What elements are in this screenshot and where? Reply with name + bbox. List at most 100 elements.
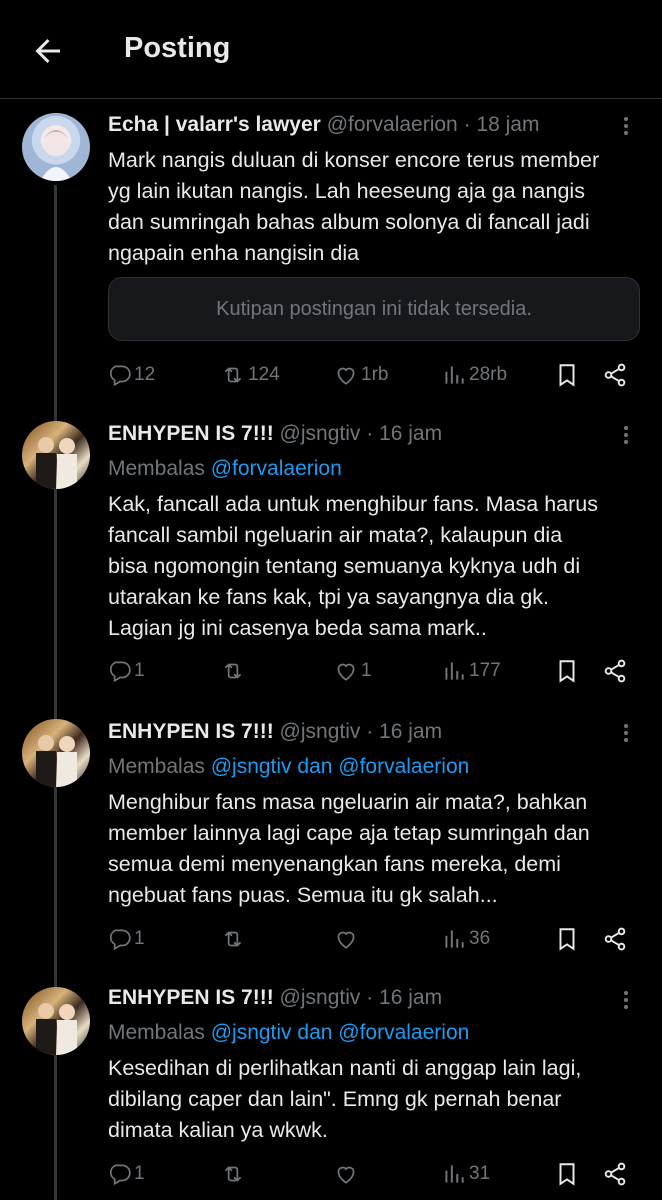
more-icon[interactable] [616,116,636,136]
reply-count: 1 [134,928,145,949]
heart-icon [337,931,355,949]
share-icon [604,1162,626,1186]
like-button[interactable]: 1 [333,655,372,687]
repost-icon [224,663,242,679]
post-text-line: ngebuat fans puas. Semua itu gk salah... [108,883,498,907]
reply-button[interactable]: 1 [106,655,145,687]
repost-button[interactable]: 124 [220,359,280,391]
repost-button[interactable] [220,655,248,687]
handle[interactable]: @jsngtiv [280,986,361,1009]
avatar[interactable] [22,113,90,181]
reply-button[interactable]: 1 [106,1158,145,1190]
post-text-line: fancall sambil ngeluarin air mata?, kala… [108,523,563,547]
repost-icon [224,367,242,383]
avatar[interactable] [22,421,90,489]
timestamp[interactable]: · 16 jam [366,422,442,445]
like-button[interactable] [333,923,361,955]
bookmark-button[interactable] [554,1158,580,1190]
views-icon [445,662,464,680]
timestamp[interactable]: · 18 jam [464,113,540,136]
reply-context: Membalas @jsngtiv dan @forvalaerion [108,755,469,779]
post-text: Mark nangis duluan di konser encore teru… [108,145,648,269]
timestamp[interactable]: · 16 jam [366,986,442,1009]
views-icon [445,930,464,948]
repost-button[interactable] [220,1158,248,1190]
reply-context: Membalas @forvalaerion [108,457,342,481]
avatar-image [40,130,72,181]
reply-icon [109,661,131,683]
heart-icon [337,1166,355,1184]
post-header: ENHYPEN IS 7!!! @jsngtiv · 16 jam [108,720,442,744]
avatar[interactable] [22,987,90,1055]
display-name[interactable]: ENHYPEN IS 7!!! [108,422,274,445]
page-title: Posting [124,32,231,64]
bookmark-icon [559,364,575,387]
share-button[interactable] [602,655,628,687]
like-button[interactable] [333,1158,361,1190]
action-bar: 12 124 1rb 28rb [0,359,662,391]
reply-icon [109,929,131,951]
display-name[interactable]: ENHYPEN IS 7!!! [108,720,274,743]
reply-button[interactable]: 12 [106,359,155,391]
post-text-line: utarakan ke fans kak, tpi ya sayangnya d… [108,585,550,609]
top-bar: Posting [0,0,662,99]
more-icon[interactable] [616,723,636,743]
bookmark-button[interactable] [554,655,580,687]
repost-icon [224,1166,242,1182]
share-button[interactable] [602,1158,628,1190]
avatar[interactable] [22,719,90,787]
post-text-line: Kak, fancall ada untuk menghibur fans. M… [108,492,599,516]
views-count: 36 [469,928,491,949]
post-header: ENHYPEN IS 7!!! @jsngtiv · 16 jam [108,422,442,446]
share-button[interactable] [602,359,628,391]
repost-icon [224,931,242,947]
views-count: 28rb [469,364,508,385]
reply-mentions[interactable]: @jsngtiv dan @forvalaerion [211,755,470,778]
repost-button[interactable] [220,923,248,955]
bookmark-icon [559,928,575,951]
reply-mentions[interactable]: @forvalaerion [211,457,342,480]
handle[interactable]: @jsngtiv [280,720,361,743]
post-text-line: Lagian jg ini casenya beda sama mark.. [108,616,487,640]
reply-button[interactable]: 1 [106,923,145,955]
action-bar: 1 1 177 [0,655,662,687]
arrow-left-icon[interactable] [30,33,66,69]
views-button[interactable]: 31 [441,1158,490,1190]
views-count: 31 [469,1163,491,1184]
reply-mentions[interactable]: @jsngtiv dan @forvalaerion [211,1021,470,1044]
bookmark-button[interactable] [554,359,580,391]
reply-context: Membalas @jsngtiv dan @forvalaerion [108,1021,469,1045]
avatar-image [36,437,77,489]
avatar-image [36,735,77,787]
heart-icon [337,663,355,681]
views-icon [445,1165,464,1183]
views-icon [445,366,464,384]
share-icon [604,927,626,951]
more-icon[interactable] [616,425,636,445]
timestamp[interactable]: · 16 jam [366,720,442,743]
share-button[interactable] [602,923,628,955]
handle[interactable]: @jsngtiv [280,422,361,445]
post-text-line: member lainnya lagi cape aja tetap sumri… [108,821,590,845]
reply-icon [109,1164,131,1186]
post-text: Menghibur fans masa ngeluarin air mata?,… [108,787,648,911]
display-name[interactable]: Echa | valarr's lawyer [108,113,321,136]
more-icon[interactable] [616,990,636,1010]
bookmark-button[interactable] [554,923,580,955]
like-count: 1 [361,660,372,681]
like-count: 1rb [361,364,389,385]
share-icon [604,363,626,387]
like-button[interactable]: 1rb [333,359,388,391]
views-button[interactable]: 28rb [441,359,507,391]
post-header: ENHYPEN IS 7!!! @jsngtiv · 16 jam [108,986,442,1010]
reply-prefix: Membalas [108,457,205,480]
display-name[interactable]: ENHYPEN IS 7!!! [108,986,274,1009]
post-text-line: dan sumringah bahas album solonya di fan… [108,210,590,234]
post-text-line: Kesedihan di perlihatkan nanti di anggap… [108,1056,582,1080]
views-button[interactable]: 177 [441,655,501,687]
post-text-line: bisa ngomongin tentang semuanya kyknya u… [108,554,581,578]
post-text: Kesedihan di perlihatkan nanti di anggap… [108,1053,648,1146]
views-button[interactable]: 36 [441,923,490,955]
handle[interactable]: @forvalaerion [327,113,458,136]
reply-count: 1 [134,1163,145,1184]
